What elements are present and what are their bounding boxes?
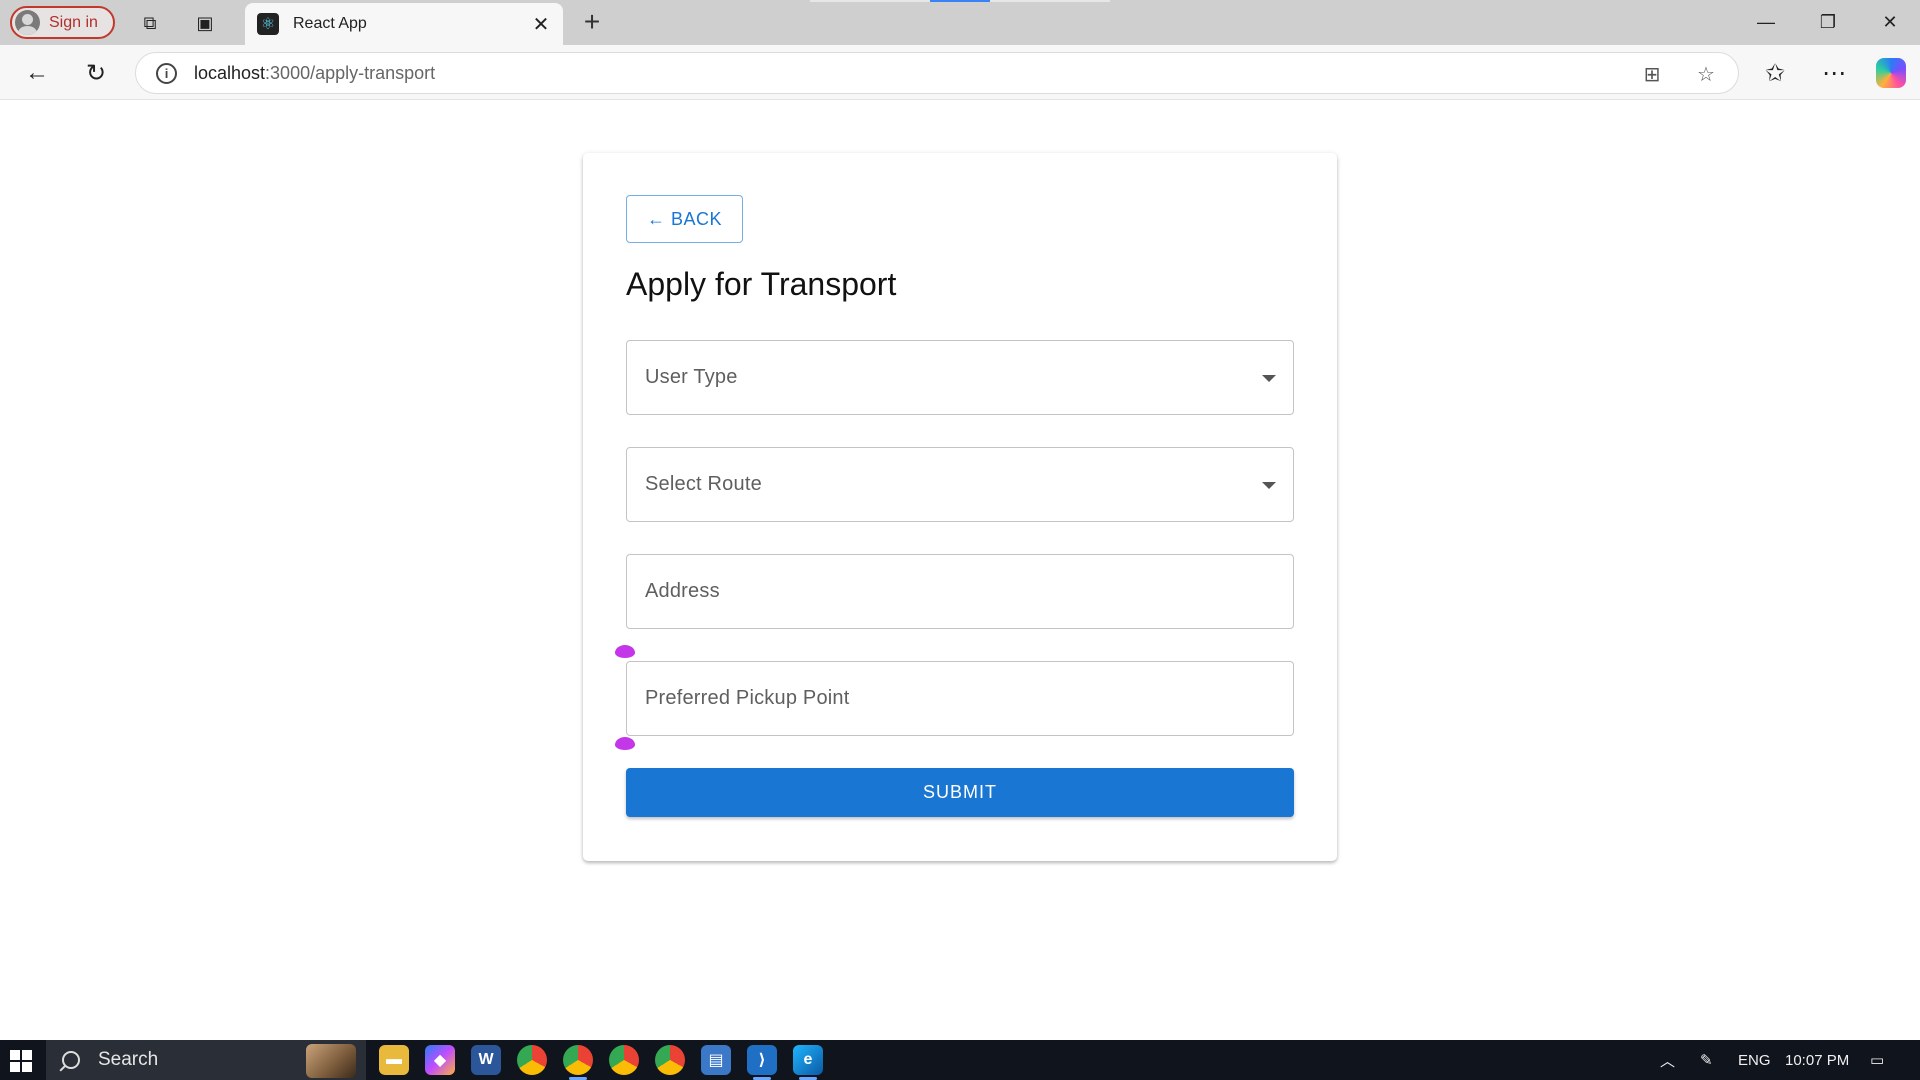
back-button[interactable]: ← BACK — [626, 195, 743, 243]
taskbar-search-box[interactable]: Search — [46, 1040, 366, 1080]
chrome-profile-icon[interactable] — [563, 1045, 593, 1080]
browser-tab-bar: Sign in ⧉ ▣ ⚛ React App ✕ + — ❐ ✕ — [0, 0, 1920, 45]
url-text[interactable]: localhost:3000/apply-transport — [194, 63, 435, 84]
tray-overflow-icon[interactable]: ︿ — [1660, 1040, 1675, 1080]
notifications-icon[interactable]: ▭ — [1870, 1040, 1884, 1080]
search-highlight-image — [306, 1044, 356, 1078]
address-input[interactable]: Address — [626, 554, 1294, 629]
file-explorer-icon[interactable]: ▬ — [379, 1045, 409, 1075]
address-label: Address — [645, 580, 720, 602]
more-menu-icon[interactable]: ⋯ — [1817, 56, 1851, 90]
close-window-icon[interactable]: ✕ — [1867, 6, 1913, 38]
app-available-icon[interactable]: ⊞ — [1639, 61, 1665, 87]
language-indicator[interactable]: ENG — [1738, 1040, 1771, 1080]
submit-button[interactable]: SUBMIT — [626, 768, 1294, 817]
remote-desktop-icon[interactable]: ▤ — [701, 1045, 731, 1075]
profile-button[interactable]: Sign in — [10, 6, 115, 39]
minimize-icon[interactable]: — — [1743, 6, 1789, 38]
refresh-icon[interactable]: ↻ — [79, 56, 113, 90]
copilot-icon[interactable] — [1876, 58, 1906, 88]
restore-icon[interactable]: ❐ — [1805, 6, 1851, 38]
user-type-label: User Type — [645, 366, 738, 388]
windows-taskbar: Search ▬ ◆ W ▤ ⟩ e ︿ ✎ ENG 10:07 PM ▭ — [0, 1040, 1920, 1080]
pen-icon[interactable]: ✎ — [1700, 1040, 1713, 1080]
copilot-app-icon[interactable]: ◆ — [425, 1045, 455, 1075]
transport-form-card: ← BACK Apply for Transport User Type Sel… — [583, 153, 1337, 861]
tab-react-app[interactable]: ⚛ React App ✕ — [245, 3, 563, 45]
tab-title: React App — [293, 15, 367, 32]
edge-icon[interactable]: e — [793, 1045, 823, 1080]
favorites-icon[interactable]: ✩ — [1758, 56, 1792, 90]
chrome-icon[interactable] — [517, 1045, 547, 1075]
selection-handle-top[interactable] — [615, 645, 635, 658]
chrome-profile-3-icon[interactable] — [655, 1045, 685, 1075]
route-select[interactable]: Select Route — [626, 447, 1294, 522]
avatar-icon — [15, 10, 40, 35]
dropdown-arrow-icon — [1262, 482, 1276, 489]
favorite-star-icon[interactable]: ☆ — [1693, 61, 1719, 87]
address-bar[interactable]: i localhost:3000/apply-transport ⊞ ☆ — [135, 52, 1739, 94]
profile-sign-in-label: Sign in — [49, 13, 98, 31]
search-icon — [62, 1051, 80, 1069]
back-arrow-icon[interactable]: ← — [20, 56, 54, 90]
user-type-select[interactable]: User Type — [626, 340, 1294, 415]
page-title: Apply for Transport — [626, 266, 897, 302]
browser-toolbar: ← ↻ i localhost:3000/apply-transport ⊞ ☆… — [0, 45, 1920, 100]
dropdown-arrow-icon — [1262, 375, 1276, 382]
vscode-icon[interactable]: ⟩ — [747, 1045, 777, 1080]
workspaces-icon[interactable]: ⧉ — [135, 8, 165, 38]
clock[interactable]: 10:07 PM — [1785, 1040, 1849, 1080]
route-label: Select Route — [645, 473, 762, 495]
selection-handle-bottom[interactable] — [615, 737, 635, 750]
pickup-point-input[interactable]: Preferred Pickup Point — [626, 661, 1294, 736]
taskbar-search-label: Search — [98, 1049, 159, 1070]
vertical-tabs-icon[interactable]: ▣ — [190, 8, 220, 38]
new-tab-button[interactable]: + — [577, 6, 607, 37]
react-favicon-icon: ⚛ — [257, 13, 279, 35]
chrome-profile-2-icon[interactable] — [609, 1045, 639, 1075]
word-icon[interactable]: W — [471, 1045, 501, 1075]
tab-strip-indicator — [810, 0, 1110, 2]
site-info-icon[interactable]: i — [156, 62, 177, 84]
close-tab-icon[interactable]: ✕ — [529, 12, 553, 36]
pickup-point-label: Preferred Pickup Point — [645, 687, 850, 709]
windows-start-icon[interactable] — [10, 1050, 32, 1072]
page-viewport: ← BACK Apply for Transport User Type Sel… — [5, 101, 1915, 1040]
